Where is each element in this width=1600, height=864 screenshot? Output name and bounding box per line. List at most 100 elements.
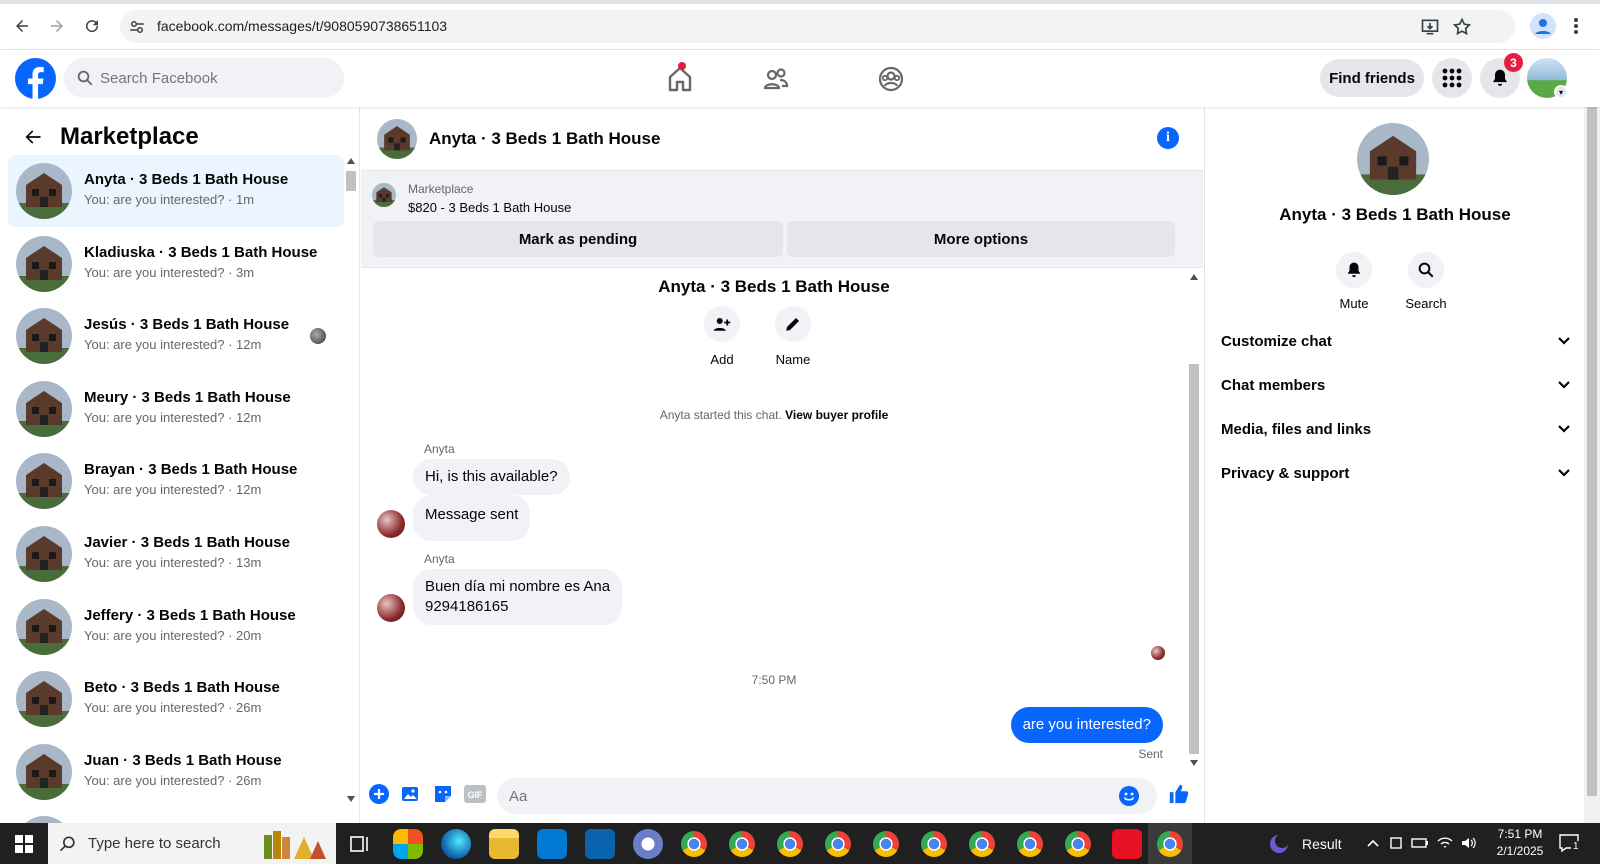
scrollbar-thumb[interactable] — [346, 171, 356, 191]
reload-icon[interactable] — [80, 14, 104, 38]
browser-menu-icon[interactable] — [1568, 14, 1584, 38]
privacy-support-section[interactable]: Privacy & support — [1221, 451, 1571, 495]
notification-center-icon[interactable]: 1 — [1558, 833, 1584, 855]
photo-icon[interactable] — [399, 782, 423, 806]
clock[interactable]: 7:51 PM 2/1/2025 — [1485, 826, 1555, 860]
windows-start-icon[interactable] — [0, 823, 48, 864]
thumbs-up-icon[interactable] — [1167, 782, 1191, 806]
plus-icon[interactable] — [367, 782, 391, 806]
name-chat-action[interactable]: Name — [763, 306, 823, 367]
forward-icon[interactable] — [45, 14, 69, 38]
mute-action[interactable]: Mute — [1319, 252, 1389, 311]
chrome-icon[interactable] — [873, 831, 899, 857]
media-files-links-section[interactable]: Media, files and links — [1221, 407, 1571, 451]
scrollbar-thumb[interactable] — [1189, 364, 1199, 754]
chrome-icon[interactable] — [825, 831, 851, 857]
incoming-message[interactable]: Message sent — [413, 495, 531, 541]
conversation-item[interactable]: Jeffery · 3 Beds 1 Bath House You: are yo… — [8, 591, 344, 663]
sidebar-scrollbar[interactable] — [344, 155, 356, 815]
conversation-item[interactable]: Kladiuska · 3 Beds 1 Bath House You: are … — [8, 228, 344, 300]
scroll-down-icon[interactable] — [1189, 759, 1199, 767]
conversation-item[interactable]: Juan · 3 Beds 1 Bath House You: are you i… — [8, 736, 344, 808]
copilot-icon[interactable] — [393, 829, 423, 859]
outlook-icon[interactable] — [585, 829, 615, 859]
gif-icon[interactable]: GIF — [463, 782, 487, 806]
task-view-icon[interactable] — [345, 829, 375, 859]
listing-price-title[interactable]: $820 - 3 Beds 1 Bath House — [408, 200, 571, 215]
chat-avatar[interactable] — [377, 119, 417, 159]
chat-scrollbar[interactable] — [1187, 269, 1201, 770]
chrome-icon[interactable] — [969, 831, 995, 857]
outgoing-message[interactable]: are you interested? — [1010, 707, 1163, 743]
menu-grid-button[interactable] — [1432, 58, 1472, 98]
view-buyer-profile-link[interactable]: View buyer profile — [785, 408, 888, 422]
chrome-icon[interactable] — [777, 831, 803, 857]
find-friends-button[interactable]: Find friends — [1320, 59, 1424, 97]
address-bar[interactable]: facebook.com/messages/t/9080590738651103 — [120, 10, 1515, 43]
chrome-icon[interactable] — [921, 831, 947, 857]
page-scrollbar[interactable] — [1584, 50, 1600, 823]
chrome-icon[interactable] — [1157, 831, 1183, 857]
back-arrow-icon[interactable] — [20, 124, 46, 150]
nav-groups[interactable] — [835, 50, 947, 107]
conversation-item[interactable]: Beto · 3 Beds 1 Bath House You: are you i… — [8, 663, 344, 735]
scroll-up-icon[interactable] — [346, 157, 356, 165]
site-info-icon[interactable] — [128, 18, 146, 36]
incoming-message[interactable]: Buen día mi nombre es Ana 9294186165 — [413, 569, 623, 625]
weather-widget[interactable]: Result — [1268, 823, 1342, 864]
scrollbar-thumb[interactable] — [1587, 70, 1597, 796]
chrome-icon[interactable] — [1065, 831, 1091, 857]
sender-avatar[interactable] — [377, 594, 405, 622]
listing-thumbnail[interactable] — [372, 183, 396, 207]
mark-as-pending-button[interactable]: Mark as pending — [373, 221, 783, 257]
conversation-name: Beto · 3 Beds 1 Bath House — [84, 679, 280, 697]
customize-chat-section[interactable]: Customize chat — [1221, 319, 1571, 363]
back-icon[interactable] — [10, 14, 34, 38]
emoji-icon[interactable] — [1117, 784, 1141, 808]
chat-title[interactable]: Anyta · 3 Beds 1 Bath House — [429, 129, 660, 149]
sender-avatar[interactable] — [377, 510, 405, 538]
incoming-message[interactable]: Hi, is this available? — [413, 459, 570, 495]
wifi-icon[interactable] — [1436, 835, 1454, 851]
conversation-item[interactable]: Esther · 3 Beds 1 Bath House — [8, 808, 344, 823]
section-label: Customize chat — [1221, 332, 1332, 350]
anydesk-icon[interactable] — [1112, 829, 1142, 859]
network-device-icon[interactable] — [1388, 835, 1404, 851]
facebook-search[interactable] — [64, 58, 344, 98]
bookmark-star-icon[interactable] — [1452, 17, 1472, 37]
chrome-icon[interactable] — [681, 831, 707, 857]
edge-browser-icon[interactable] — [441, 829, 471, 859]
install-app-icon[interactable] — [1420, 17, 1440, 37]
taskbar-search[interactable]: Type here to search — [48, 823, 336, 864]
volume-icon[interactable] — [1460, 835, 1478, 851]
more-options-button[interactable]: More options — [787, 221, 1175, 257]
paint-app-icon[interactable] — [633, 829, 663, 859]
chrome-icon[interactable] — [729, 831, 755, 857]
add-people-action[interactable]: Add — [692, 306, 752, 367]
file-explorer-icon[interactable] — [489, 829, 519, 859]
conversation-item[interactable]: Javier · 3 Beds 1 Bath House You: are you… — [8, 518, 344, 590]
chrome-icon[interactable] — [1017, 831, 1043, 857]
conversation-item[interactable]: Brayan · 3 Beds 1 Bath House You: are you… — [8, 445, 344, 517]
nav-friends[interactable] — [720, 50, 832, 107]
info-icon[interactable]: i — [1157, 127, 1179, 149]
browser-toolbar: facebook.com/messages/t/9080590738651103 — [0, 0, 1600, 50]
conversation-item[interactable]: Jesús · 3 Beds 1 Bath House You: are you … — [8, 300, 344, 372]
battery-icon[interactable] — [1411, 835, 1429, 851]
scroll-up-icon[interactable] — [1189, 273, 1199, 281]
conversation-item[interactable]: Anyta · 3 Beds 1 Bath House You: are you … — [8, 155, 344, 227]
scroll-down-icon[interactable] — [346, 795, 356, 803]
facebook-logo-icon[interactable] — [15, 58, 56, 99]
chat-members-section[interactable]: Chat members — [1221, 363, 1571, 407]
message-input-wrapper[interactable] — [497, 778, 1157, 814]
conversation-item[interactable]: Meury · 3 Beds 1 Bath House You: are you … — [8, 373, 344, 445]
chevron-down-icon[interactable]: ▾ — [1554, 85, 1568, 99]
chevron-up-icon[interactable] — [1366, 837, 1380, 849]
browser-profile-icon[interactable] — [1530, 13, 1556, 39]
conversation-avatar[interactable] — [1357, 123, 1429, 195]
search-in-chat-action[interactable]: Search — [1391, 252, 1461, 311]
search-input[interactable] — [100, 58, 330, 98]
message-input[interactable] — [509, 778, 1089, 814]
sticker-icon[interactable] — [431, 782, 455, 806]
microsoft-store-icon[interactable] — [537, 829, 567, 859]
